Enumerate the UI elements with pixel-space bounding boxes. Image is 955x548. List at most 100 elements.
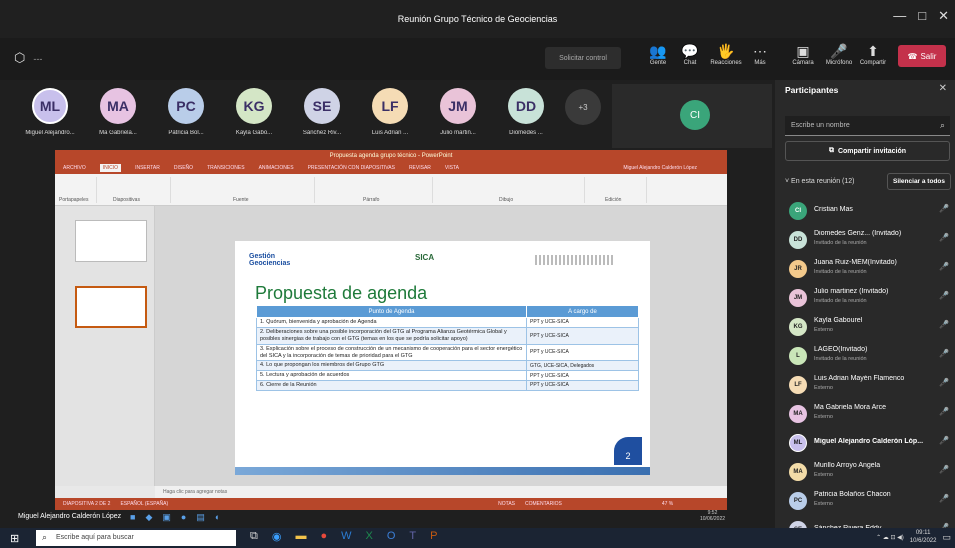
participant-row[interactable]: MA Murillo Arroyo Angela Externo 🎤 [775, 457, 955, 487]
avatar: CI [789, 202, 807, 220]
people-button[interactable]: 👥 Gente [640, 42, 676, 76]
mic-off-icon: 🎤 [939, 378, 949, 387]
taskbar-clock[interactable]: 09:11 10/6/2022 [910, 529, 937, 545]
tab-transiciones[interactable]: TRANSICIONES [207, 165, 245, 171]
gallery-tile[interactable]: MA Ma Gabriela... [86, 88, 150, 136]
request-control-button[interactable]: Solicitar control [545, 47, 621, 69]
participant-row[interactable]: L LAGEO(Invitado) Invitado de la reunión 🎤 [775, 341, 955, 371]
minimize-button[interactable]: — [893, 8, 906, 24]
mute-all-button[interactable]: Silenciar a todos [887, 173, 951, 190]
avatar: L [789, 347, 807, 365]
slide-thumbnail[interactable] [75, 220, 147, 262]
comments-toggle[interactable]: COMENTARIOS [525, 501, 562, 507]
table-row: 2. Deliberaciones sobre una posible inco… [256, 326, 639, 345]
notification-icon[interactable]: ▭ [942, 532, 951, 543]
participant-row[interactable]: LF Luis Adrian Mayén Flamenco Externo 🎤 [775, 370, 955, 400]
tab-inicio[interactable]: INICIO [99, 164, 122, 172]
avatar: DD [508, 88, 544, 124]
tab-revisar[interactable]: REVISAR [409, 165, 431, 171]
word-icon[interactable]: W [341, 530, 351, 543]
teams-icon[interactable]: T [409, 530, 416, 543]
file-explorer-icon[interactable]: ▬ [295, 530, 306, 543]
ribbon-group[interactable]: Párrafo [317, 177, 433, 203]
share-invite-button[interactable]: ⧉ Compartir invitación [785, 141, 950, 161]
tab-presentacion[interactable]: PRESENTACIÓN CON DIAPOSITIVAS [308, 165, 395, 171]
notes-pane[interactable]: Haga clic para agregar notas [155, 486, 727, 498]
camera-icon: ▣ [796, 43, 810, 59]
maximize-button[interactable]: □ [918, 8, 926, 24]
mic-icon: 🎤 [830, 43, 848, 59]
zoom-level[interactable]: 47 % [662, 501, 673, 507]
participant-row[interactable]: CI Cristian Mas 🎤 [775, 196, 955, 226]
ribbon-group[interactable]: Portapapeles [57, 177, 97, 203]
chrome-icon[interactable]: ● [320, 530, 327, 543]
shield-icon: ⬡ [14, 50, 26, 65]
tab-insertar[interactable]: INSERTAR [135, 165, 160, 171]
avatar: ML [789, 434, 807, 452]
mic-off-icon: 🎤 [939, 262, 949, 271]
participant-row[interactable]: DD Diomedes Genz... (Invitado) Invitado de… [775, 225, 955, 255]
share-button[interactable]: ⬆ Compartir [855, 42, 891, 76]
ppt-ribbon: Portapapeles Diapositivas Fuente Párrafo… [55, 174, 727, 206]
panel-title: Participantes [785, 85, 839, 95]
people-icon: 👥 [649, 43, 667, 59]
participant-search-input[interactable]: Escribe un nombre ⌕ [785, 116, 950, 136]
chat-icon: 💬 [681, 43, 699, 59]
ppt-ribbon-tabs: ARCHIVO INICIO INSERTAR DISEÑO TRANSICIO… [55, 162, 727, 174]
participant-row[interactable]: MA Ma Gabriela Mora Arce Externo 🎤 [775, 399, 955, 429]
more-button[interactable]: ⋯ Más [742, 42, 778, 76]
search-icon: ⌕ [939, 120, 945, 130]
taskbar-search-input[interactable]: ⌕ Escribe aquí para buscar [36, 530, 236, 546]
ribbon-group[interactable]: Edición [587, 177, 647, 203]
gallery-tile[interactable]: KG Kayla Gabo... [222, 88, 286, 136]
gallery-tile[interactable]: DD Diomedes ... [494, 88, 558, 136]
chat-button[interactable]: 💬 Chat [672, 42, 708, 76]
reactions-button[interactable]: 🖐 Reacciones [708, 42, 744, 76]
mic-off-icon: 🎤 [939, 233, 949, 242]
leave-button[interactable]: ☎ Salir [898, 45, 946, 67]
tab-animaciones[interactable]: ANIMACIONES [259, 165, 294, 171]
task-view-icon[interactable]: ⧉ [250, 530, 258, 543]
slide[interactable]: Gestión Geociencias SICA Propuesta de ag… [235, 241, 650, 475]
ribbon-group[interactable]: Diapositivas [99, 177, 171, 203]
gallery-tile[interactable]: JM Julio martin... [426, 88, 490, 136]
meeting-timer: --- [33, 54, 43, 64]
avatar: MA [789, 405, 807, 423]
in-meeting-header[interactable]: ˅ En esta reunión (12) [785, 178, 854, 185]
logo: Gestión Geociencias [249, 253, 291, 267]
gallery-tile[interactable]: LF Luis Adrian ... [358, 88, 422, 136]
excel-icon[interactable]: X [366, 530, 373, 543]
avatar: MA [100, 88, 136, 124]
network-icon[interactable]: ⌃ ☁ ⊡ ◀) [876, 534, 904, 541]
gallery-tile[interactable]: PC Patricia Bol... [154, 88, 218, 136]
participant-row[interactable]: KG Kayla Gabourel Externo 🎤 [775, 312, 955, 342]
outlook-icon[interactable]: O [387, 530, 396, 543]
gallery-tile[interactable]: ML Miguel Alejandro... [18, 88, 82, 136]
mic-off-icon: 🎤 [939, 320, 949, 329]
edge-icon[interactable]: ◉ [272, 530, 282, 543]
participant-row[interactable]: ML Miguel Alejandro Calderón Lóp... 🎤 [775, 428, 955, 458]
camera-button[interactable]: ▣ Cámara [785, 42, 821, 76]
tab-diseno[interactable]: DISEÑO [174, 165, 193, 171]
slide-thumbnail[interactable] [75, 286, 147, 328]
close-button[interactable]: ✕ [938, 8, 949, 24]
ribbon-group[interactable]: Dibujo [435, 177, 585, 203]
participant-row[interactable]: JR Juana Ruiz-MEM(Invitado) Invitado de la… [775, 254, 955, 284]
notes-toggle[interactable]: NOTAS [498, 501, 515, 507]
powerpoint-icon[interactable]: P [430, 530, 437, 543]
participant-row[interactable]: PC Patricia Bolaños Chacon Externo 🎤 [775, 486, 955, 516]
table-row: 3. Explicación sobre el proceso de const… [256, 343, 639, 362]
mic-button[interactable]: 🎤 Micrófono [821, 42, 857, 76]
avatar: MA [789, 463, 807, 481]
tab-archivo[interactable]: ARCHIVO [63, 165, 86, 171]
gallery-tile[interactable]: SE Sánchez Riv... [290, 88, 354, 136]
tab-vista[interactable]: VISTA [445, 165, 459, 171]
participant-row[interactable]: JM Julio martinez (Invitado) Invitado de l… [775, 283, 955, 313]
close-icon[interactable]: ✕ [939, 83, 947, 94]
ribbon-group[interactable]: Fuente [173, 177, 315, 203]
more-participants-button[interactable]: +3 [565, 89, 601, 125]
windows-start-icon[interactable]: ⊞ [10, 532, 19, 545]
avatar: PC [789, 492, 807, 510]
shared-screen: Propuesta agenda grupo técnico - PowerPo… [55, 150, 727, 510]
video-tile[interactable]: CI [612, 84, 772, 148]
